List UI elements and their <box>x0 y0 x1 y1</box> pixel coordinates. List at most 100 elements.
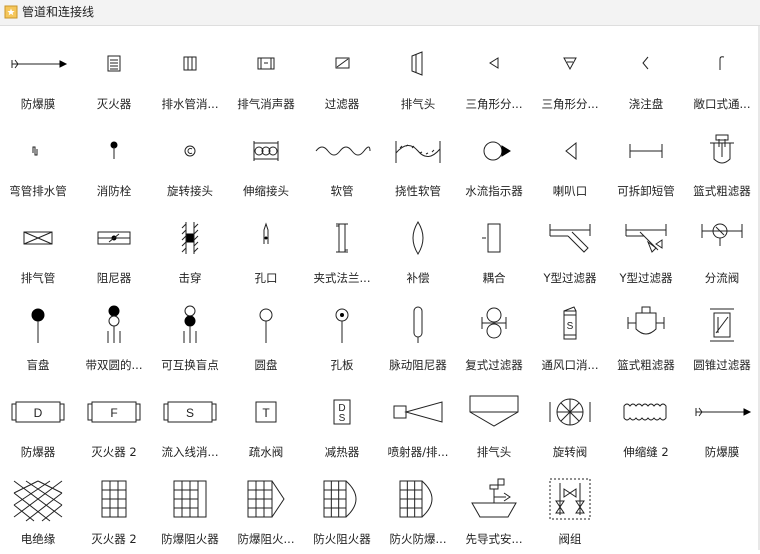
shape-item[interactable]: 三角形分... <box>532 32 608 119</box>
shape-label: 减热器 <box>324 445 360 459</box>
shape-item[interactable]: T 疏水阀 <box>228 380 304 467</box>
flame-arrester-icon <box>101 480 127 518</box>
shape-item[interactable]: 灭火器 2 <box>76 467 152 554</box>
shape-item[interactable]: 水流指示器 <box>456 119 532 206</box>
shape-item[interactable]: 浇注盘 <box>608 32 684 119</box>
shape-item[interactable]: S 通风口消... <box>532 293 608 380</box>
disc-icon <box>259 308 273 343</box>
shape-item[interactable]: 排水管消... <box>152 32 228 119</box>
duplex-filter-icon <box>481 307 507 339</box>
shape-item[interactable]: 软管 <box>304 119 380 206</box>
expansion-joint-2-icon <box>623 403 667 421</box>
shape-item[interactable]: Y型过滤器 <box>532 206 608 293</box>
shape-label: 弯管排水管 <box>9 184 67 198</box>
shape-item[interactable]: 耦合 <box>456 206 532 293</box>
svg-text:T: T <box>262 406 270 420</box>
shape-item[interactable]: 圆盘 <box>228 293 304 380</box>
shape-item[interactable]: 脉动阻尼器 <box>380 293 456 380</box>
shape-label: 通风口消... <box>541 358 599 372</box>
shape-label: 圆锥过滤器 <box>693 358 751 372</box>
burst-membrane-2-icon <box>695 407 752 417</box>
spool-piece-icon <box>629 144 663 158</box>
shape-item[interactable]: 过滤器 <box>304 32 380 119</box>
shape-item[interactable]: 防爆阻火器 <box>152 467 228 554</box>
shape-item[interactable]: 防爆膜 <box>684 380 760 467</box>
shape-item[interactable]: 盲盘 <box>0 293 76 380</box>
shape-item[interactable]: 旋转接头 <box>152 119 228 206</box>
shape-label: Y型过滤器 <box>619 271 673 285</box>
shape-item[interactable]: Y型过滤器 <box>608 206 684 293</box>
shape-item[interactable]: 喇叭口 <box>532 119 608 206</box>
steam-trap-icon: T <box>255 401 277 423</box>
shape-label: 孔板 <box>330 358 354 372</box>
shape-item[interactable]: S 流入线消... <box>152 380 228 467</box>
shape-item[interactable]: 防火防爆... <box>380 467 456 554</box>
shape-item[interactable]: 敞口式通... <box>684 32 760 119</box>
shape-label: 灭火器 2 <box>91 445 137 459</box>
shape-item[interactable]: 弯管排水管 <box>0 119 76 206</box>
shape-item[interactable]: 排气头 <box>380 32 456 119</box>
shape-item[interactable]: 可拆卸短管 <box>608 119 684 206</box>
shape-label: 敞口式通... <box>693 97 751 111</box>
shape-item[interactable]: 击穿 <box>152 206 228 293</box>
shape-item[interactable]: 灭火器 <box>76 32 152 119</box>
shape-label: 灭火器 2 <box>91 532 137 546</box>
burst-membrane-icon <box>11 59 68 69</box>
shape-label: 可互换盲点 <box>161 358 219 372</box>
bend-drain-icon <box>32 146 38 156</box>
shape-item[interactable]: 先导式安... <box>456 467 532 554</box>
shape-item[interactable]: 防爆膜 <box>0 32 76 119</box>
shape-item[interactable]: 排气消声器 <box>228 32 304 119</box>
shape-item[interactable]: 补偿 <box>380 206 456 293</box>
shape-item[interactable]: D 防爆器 <box>0 380 76 467</box>
shape-item[interactable]: 消防栓 <box>76 119 152 206</box>
shape-item[interactable]: 孔板 <box>304 293 380 380</box>
shape-item[interactable]: 阻尼器 <box>76 206 152 293</box>
shape-label: 水流指示器 <box>465 184 523 198</box>
explosion-proof-icon: D <box>11 401 65 423</box>
shape-item[interactable]: 喷射器/排... <box>380 380 456 467</box>
triangle-down-icon <box>563 57 577 71</box>
blind-disc-icon <box>31 308 45 343</box>
shape-item[interactable]: 可互换盲点 <box>152 293 228 380</box>
shape-item[interactable]: 阀组 <box>532 467 608 554</box>
ejector-icon <box>393 401 443 423</box>
shape-item[interactable]: 带双圆的... <box>76 293 152 380</box>
shape-item[interactable]: 孔口 <box>228 206 304 293</box>
shape-label: 过滤器 <box>324 97 360 111</box>
shape-item[interactable]: 伸缩接头 <box>228 119 304 206</box>
shape-item[interactable]: 复式过滤器 <box>456 293 532 380</box>
shape-label: 盲盘 <box>26 358 50 372</box>
shape-item[interactable]: 篮式粗滤器 <box>608 293 684 380</box>
shape-item[interactable]: 旋转阀 <box>532 380 608 467</box>
shape-item[interactable]: 电绝缘 <box>0 467 76 554</box>
shape-item[interactable]: D S 减热器 <box>304 380 380 467</box>
shape-item[interactable]: 伸缩缝 2 <box>608 380 684 467</box>
shape-item[interactable]: 夹式法兰... <box>304 206 380 293</box>
shape-item[interactable]: 三角形分... <box>456 32 532 119</box>
shape-item[interactable]: 分流阀 <box>684 206 760 293</box>
shape-label: 旋转接头 <box>167 184 213 198</box>
shape-label: 喷射器/排... <box>387 445 449 459</box>
shape-item[interactable]: 防爆阻火... <box>228 467 304 554</box>
shape-item[interactable]: 排气管 <box>0 206 76 293</box>
pour-pan-icon <box>642 56 649 70</box>
pulsation-damper-icon <box>413 306 423 343</box>
hose-icon <box>315 146 371 156</box>
shape-item[interactable]: 圆锥过滤器 <box>684 293 760 380</box>
shape-item[interactable]: 防火阻火器 <box>304 467 380 554</box>
shape-item[interactable]: 篮式粗滤器 <box>684 119 760 206</box>
shape-label: 电绝缘 <box>20 532 56 546</box>
shape-label: 排气管 <box>20 271 56 285</box>
svg-text:S: S <box>339 413 346 424</box>
shape-item[interactable]: 挠性软管 <box>380 119 456 206</box>
valve-group-icon <box>549 478 591 520</box>
shape-item[interactable]: 排气头 <box>456 380 532 467</box>
panel-title: 管道和连接线 <box>22 5 95 19</box>
shape-label: 伸缩缝 2 <box>623 445 669 459</box>
shape-label: 复式过滤器 <box>465 358 523 372</box>
fire-arrester-icon <box>323 480 357 518</box>
open-vent-icon <box>719 56 725 70</box>
shape-label: 旋转阀 <box>552 445 588 459</box>
shape-item[interactable]: F 灭火器 2 <box>76 380 152 467</box>
